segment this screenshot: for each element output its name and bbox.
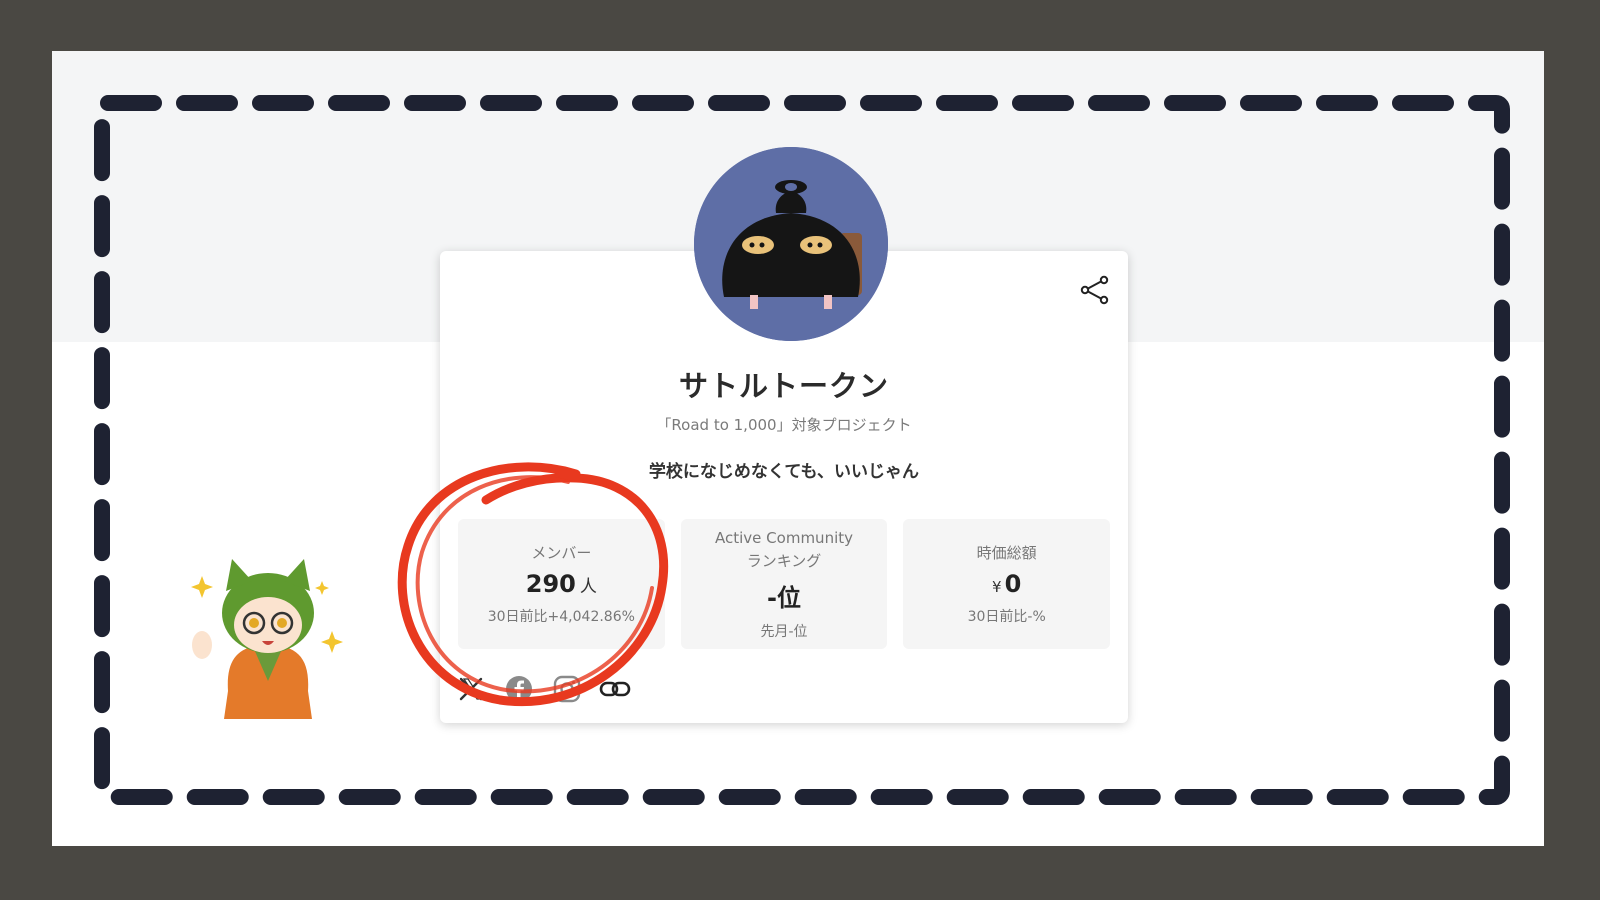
stat-ranking-last-month: 先月-位	[760, 624, 808, 640]
stat-market-cap: 時価総額 ¥0 30日前比-%	[903, 519, 1111, 649]
stat-market-cap-change: 30日前比-%	[967, 609, 1046, 626]
x-icon	[458, 676, 484, 706]
facebook-icon	[505, 675, 533, 707]
stat-market-cap-label: 時価総額	[976, 543, 1037, 562]
stat-ranking-value: -位	[767, 584, 801, 612]
stat-members-label: メンバー	[531, 543, 592, 562]
stats-row: メンバー 290 人 30日前比+4,042.86% Active Communi…	[458, 519, 1111, 649]
instagram-share-button[interactable]	[552, 675, 582, 707]
project-tagline: 学校になじめなくても、いいじゃん	[648, 462, 920, 482]
project-title: サトルトークン	[678, 369, 889, 403]
stat-ranking-label-line2: ランキング	[746, 551, 822, 570]
stat-members-change: 30日前比+4,042.86%	[487, 609, 635, 626]
x-share-button[interactable]	[456, 676, 486, 706]
share-button[interactable]	[1076, 273, 1114, 311]
yen-symbol: ¥	[992, 578, 1002, 597]
stat-ranking: Active Community ランキング -位 先月-位	[680, 519, 888, 649]
stat-ranking-label: Active Community ランキング	[715, 527, 853, 572]
stat-members-value-wrap: 290 人	[526, 570, 597, 598]
project-avatar	[694, 147, 888, 341]
share-icon	[1079, 274, 1111, 310]
link-icon	[599, 677, 631, 705]
social-links	[456, 671, 631, 711]
stat-market-cap-value-wrap: ¥0	[992, 570, 1021, 598]
stat-market-cap-value: 0	[1004, 570, 1022, 599]
stat-ranking-label-line1: Active Community	[715, 529, 853, 547]
copy-link-button[interactable]	[599, 676, 631, 706]
stat-members-value: 290	[525, 570, 576, 599]
slide-canvas: サトルトークン 「Road to 1,000」対象プロジェクト 学校になじめなく…	[52, 51, 1544, 846]
project-subtitle: 「Road to 1,000」対象プロジェクト	[656, 416, 912, 434]
stat-members-unit: 人	[579, 577, 597, 598]
stat-members: メンバー 290 人 30日前比+4,042.86%	[458, 519, 665, 649]
mascot-illustration	[172, 541, 362, 731]
facebook-share-button[interactable]	[504, 676, 534, 706]
instagram-icon	[553, 675, 581, 707]
